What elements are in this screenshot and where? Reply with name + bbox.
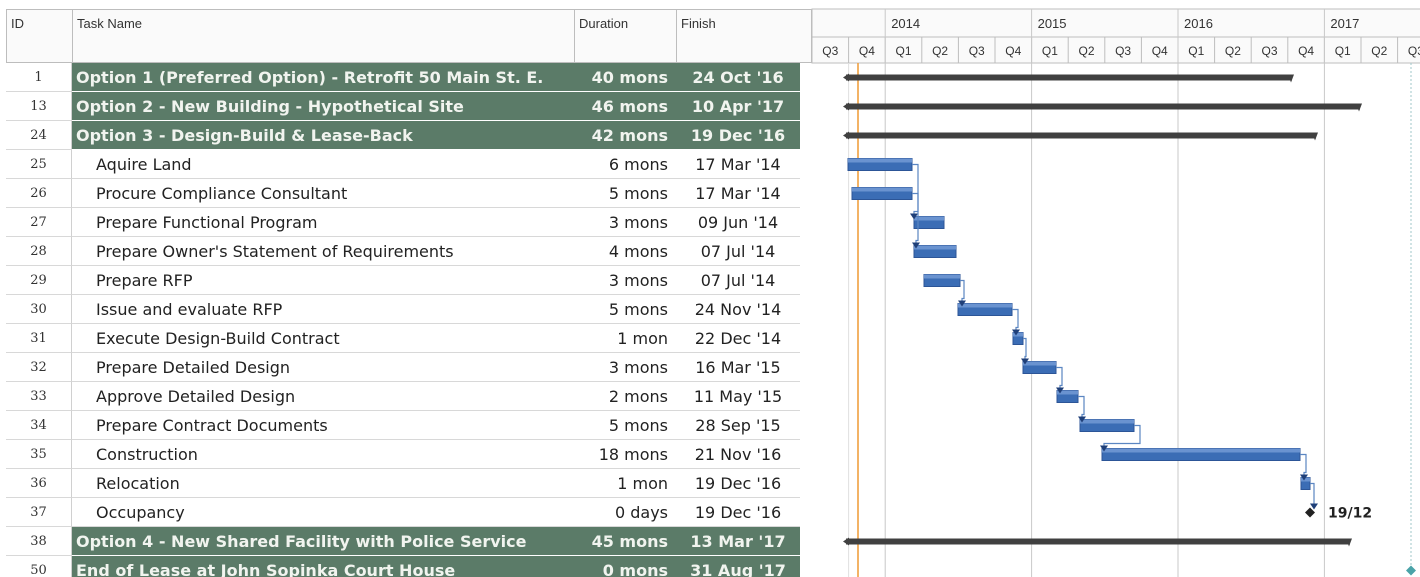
quarter-label: Q1	[1335, 44, 1351, 58]
year-label: 2014	[891, 16, 920, 31]
task-bar-highlight	[914, 245, 956, 250]
dependency-link	[1300, 453, 1307, 476]
task-bar-highlight	[924, 274, 960, 279]
quarter-label: Q2	[932, 44, 948, 58]
quarter-label: Q2	[1225, 44, 1241, 58]
task-bar-highlight	[1023, 361, 1056, 366]
quarter-label: Q4	[1005, 44, 1021, 58]
dependency-link	[1310, 482, 1315, 505]
task-bar-highlight	[852, 187, 912, 192]
milestone-diamond	[1305, 507, 1315, 518]
quarter-label: Q3	[1408, 44, 1420, 58]
year-label: 2015	[1038, 16, 1067, 31]
task-bar-highlight	[1080, 419, 1134, 424]
quarter-label: Q4	[1298, 44, 1314, 58]
quarter-label: Q4	[1152, 44, 1168, 58]
summary-bar	[846, 538, 1350, 545]
quarter-label: Q3	[969, 44, 985, 58]
quarter-label: Q4	[859, 44, 875, 58]
dependency-link	[1012, 308, 1019, 331]
summary-bar	[846, 103, 1360, 110]
gantt-project-view: ID Task Name Duration Finish 1 Option 1 (…	[0, 0, 1420, 577]
milestone-label: 19/12	[1328, 506, 1372, 522]
dependency-link	[960, 279, 965, 302]
summary-bar	[846, 132, 1316, 139]
dependency-link	[1078, 395, 1085, 418]
year-label: 2017	[1330, 16, 1359, 31]
dependency-link	[1056, 366, 1063, 389]
task-bar-highlight	[848, 158, 912, 163]
dependency-link	[912, 163, 919, 215]
quarter-label: Q1	[1042, 44, 1058, 58]
quarter-label: Q2	[1078, 44, 1094, 58]
quarter-label: Q2	[1371, 44, 1387, 58]
quarter-label: Q1	[895, 44, 911, 58]
task-bar-highlight	[958, 303, 1012, 308]
gantt-chart: Q3 Q4 Q1 Q2 Q3 Q4 Q1 Q2 Q3 Q4 Q1 Q2 Q3 Q4 Q1 Q2 Q3 2014 20…	[811, 8, 1420, 577]
quarter-label: Q1	[1188, 44, 1204, 58]
quarter-label: Q3	[822, 44, 838, 58]
end-of-lease-milestone	[1406, 565, 1416, 576]
task-bar-highlight	[1102, 448, 1300, 453]
quarter-label: Q3	[1115, 44, 1131, 58]
summary-bar	[846, 74, 1292, 81]
dependency-arrow	[1310, 503, 1318, 510]
year-label: 2016	[1184, 16, 1213, 31]
quarter-label: Q3	[1261, 44, 1277, 58]
